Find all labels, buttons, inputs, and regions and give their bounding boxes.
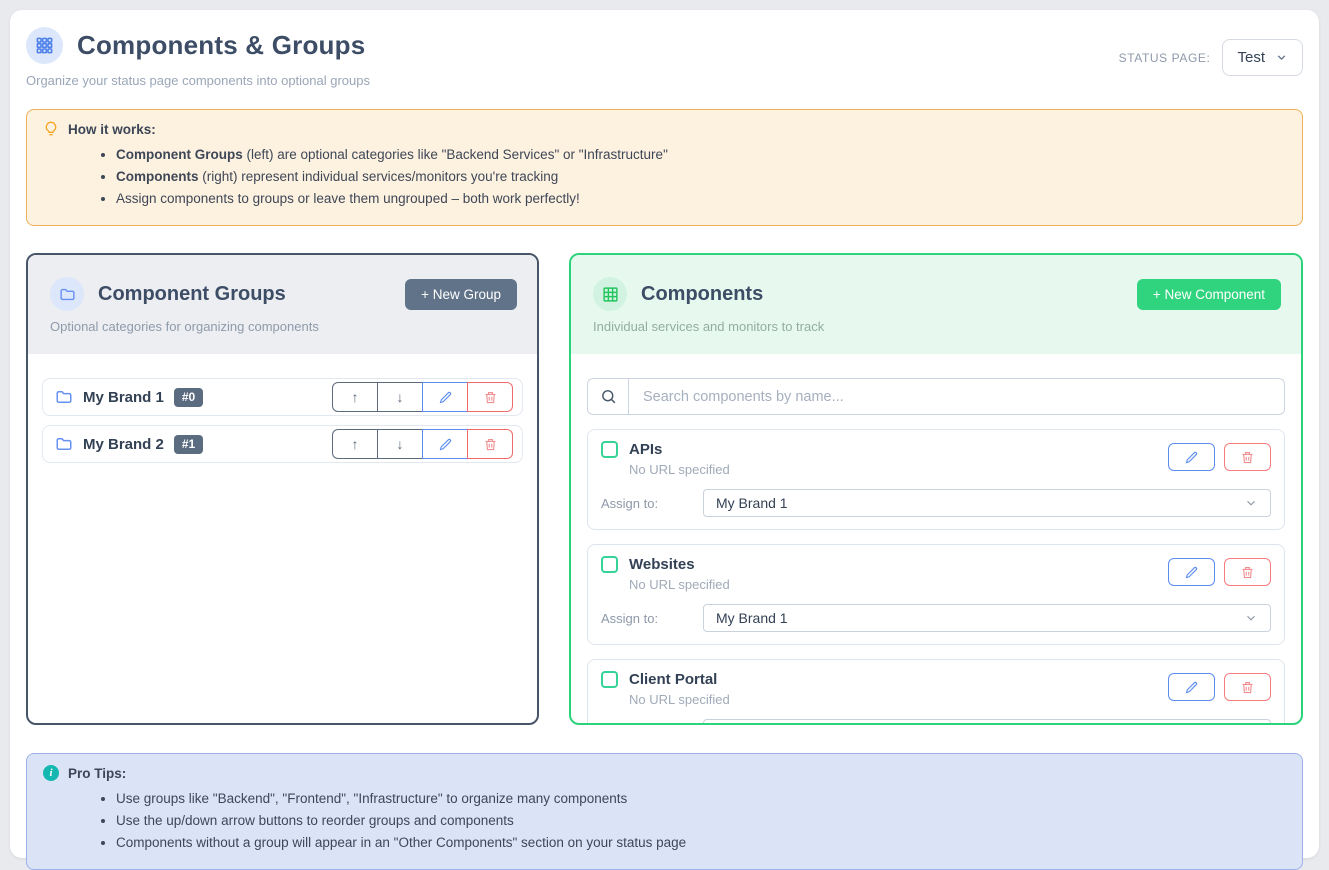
list-item: Use the up/down arrow buttons to reorder… [116,810,1286,832]
page-header: Components & Groups Organize your status… [26,27,1303,88]
delete-component-button[interactable] [1224,558,1271,586]
how-it-works-title: How it works: [68,122,156,137]
folder-icon [55,435,73,453]
pencil-icon [438,390,453,405]
trash-icon [483,390,498,405]
move-up-button[interactable]: ↑ [332,382,378,412]
status-page-select[interactable]: Test [1222,39,1303,76]
component-card: Websites No URL specified [587,544,1285,645]
folder-icon [50,277,84,311]
delete-group-button[interactable] [467,382,513,412]
main-card: Components & Groups Organize your status… [10,10,1319,858]
list-item: Components without a group will appear i… [116,832,1286,854]
delete-component-button[interactable] [1224,673,1271,701]
pencil-icon [1184,565,1199,580]
move-up-button[interactable]: ↑ [332,429,378,459]
lightbulb-icon [43,121,59,137]
how-it-works-list: Component Groups (left) are optional cat… [43,144,1286,210]
edit-group-button[interactable] [422,382,468,412]
group-row: My Brand 2 #1 ↑ ↓ [42,425,523,463]
status-page-label: STATUS PAGE: [1119,51,1211,65]
component-name: Client Portal [629,671,717,688]
assign-group-select[interactable]: My Brand 1 [703,604,1271,632]
folder-icon [55,388,73,406]
groups-panel-title: Component Groups [98,283,286,306]
pencil-icon [438,437,453,452]
pencil-icon [1184,680,1199,695]
pro-tips-list: Use groups like "Backend", "Frontend", "… [43,788,1286,854]
pro-tips-title: Pro Tips: [68,766,126,781]
table-grid-icon [593,277,627,311]
component-url-status: No URL specified [629,577,730,592]
how-it-works-box: How it works: Component Groups (left) ar… [26,109,1303,226]
trash-icon [1240,450,1255,465]
move-down-button[interactable]: ↓ [377,382,423,412]
search-input[interactable] [628,378,1285,415]
edit-component-button[interactable] [1168,673,1215,701]
new-component-button[interactable]: + New Component [1137,279,1281,310]
info-icon: i [43,765,59,781]
assign-to-label: Assign to: [601,611,689,626]
trash-icon [1240,565,1255,580]
assign-group-select[interactable]: My Brand 2 [703,719,1271,725]
new-group-button[interactable]: + New Group [405,279,517,310]
assigned-group-value: My Brand 1 [716,495,788,511]
component-url-status: No URL specified [629,692,730,707]
pro-tips-box: i Pro Tips: Use groups like "Backend", "… [26,753,1303,870]
group-order-badge: #1 [174,435,203,454]
chevron-down-icon [1244,496,1258,510]
chevron-down-icon [1275,51,1288,64]
edit-component-button[interactable] [1168,558,1215,586]
component-name: APIs [629,441,662,458]
assign-to-label: Assign to: [601,496,689,511]
apps-grid-icon [26,27,63,64]
component-url-status: No URL specified [629,462,730,477]
list-item: Components (right) represent individual … [116,166,1286,188]
chevron-down-icon [1244,611,1258,625]
component-card: Client Portal No URL specified [587,659,1285,725]
component-checkbox[interactable] [601,671,618,688]
pencil-icon [1184,450,1199,465]
groups-panel-subtitle: Optional categories for organizing compo… [50,319,517,334]
component-search [587,378,1285,415]
component-checkbox[interactable] [601,441,618,458]
delete-group-button[interactable] [467,429,513,459]
trash-icon [1240,680,1255,695]
components-panel: Components + New Component Individual se… [569,253,1303,725]
delete-component-button[interactable] [1224,443,1271,471]
component-checkbox[interactable] [601,556,618,573]
trash-icon [483,437,498,452]
group-name: My Brand 1 [83,389,164,406]
edit-group-button[interactable] [422,429,468,459]
group-name: My Brand 2 [83,436,164,453]
components-panel-title: Components [641,283,763,306]
move-down-button[interactable]: ↓ [377,429,423,459]
list-item: Component Groups (left) are optional cat… [116,144,1286,166]
component-card: APIs No URL specified [587,429,1285,530]
assign-group-select[interactable]: My Brand 1 [703,489,1271,517]
component-name: Websites [629,556,695,573]
list-item: Use groups like "Backend", "Frontend", "… [116,788,1286,810]
page-title: Components & Groups [77,30,365,61]
component-groups-panel: Component Groups + New Group Optional ca… [26,253,539,725]
assigned-group-value: My Brand 1 [716,610,788,626]
status-page-value: Test [1237,49,1265,66]
search-icon [587,378,628,415]
components-panel-subtitle: Individual services and monitors to trac… [593,319,1281,334]
group-order-badge: #0 [174,388,203,407]
page-subtitle: Organize your status page components int… [26,73,370,88]
list-item: Assign components to groups or leave the… [116,188,1286,210]
group-row: My Brand 1 #0 ↑ ↓ [42,378,523,416]
edit-component-button[interactable] [1168,443,1215,471]
